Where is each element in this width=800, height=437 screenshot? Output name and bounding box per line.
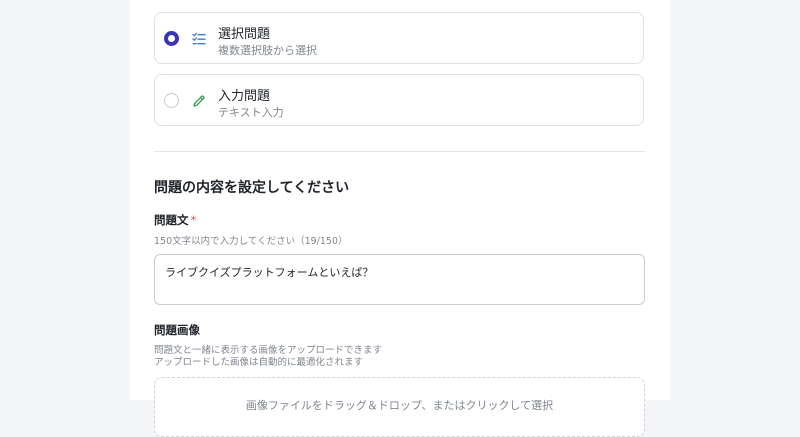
option-card-multiple-choice[interactable]: 選択問題 複数選択肢から選択 <box>154 12 644 64</box>
option-card-text-input[interactable]: 入力問題 テキスト入力 <box>154 74 644 126</box>
pencil-icon <box>192 93 206 107</box>
option-title: 選択問題 <box>218 27 271 42</box>
option-subtitle: テキスト入力 <box>218 106 284 119</box>
required-mark: * <box>190 213 197 227</box>
form-panel: 選択問題 複数選択肢から選択 入力問題 テキスト入力 問題の内容を設定してくださ… <box>130 0 670 437</box>
divider <box>154 151 645 152</box>
question-text-input[interactable]: ライブクイズプラットフォームといえば？ <box>154 254 645 305</box>
section-title: 問題の内容を設定してください <box>154 180 350 196</box>
question-text-hint: 150文字以内で入力してください（19/150） <box>154 236 348 247</box>
question-image-hint-1: 問題文と一緒に表示する画像をアップロードできます <box>154 345 383 356</box>
option-subtitle: 複数選択肢から選択 <box>218 44 317 57</box>
question-text-label: 問題文 * <box>154 212 196 228</box>
option-title: 入力問題 <box>218 89 271 104</box>
radio-text-input[interactable] <box>164 93 179 108</box>
dropzone-text: 画像ファイルをドラッグ＆ドロップ、またはクリックして選択 <box>245 399 554 412</box>
question-text-label-text: 問題文 <box>154 213 189 227</box>
image-dropzone[interactable]: 画像ファイルをドラッグ＆ドロップ、またはクリックして選択 <box>154 377 645 437</box>
radio-multiple-choice[interactable] <box>164 31 179 46</box>
checklist-icon <box>192 31 206 45</box>
question-image-hint-2: アップロードした画像は自動的に最適化されます <box>154 357 364 368</box>
question-image-label: 問題画像 <box>154 323 200 337</box>
